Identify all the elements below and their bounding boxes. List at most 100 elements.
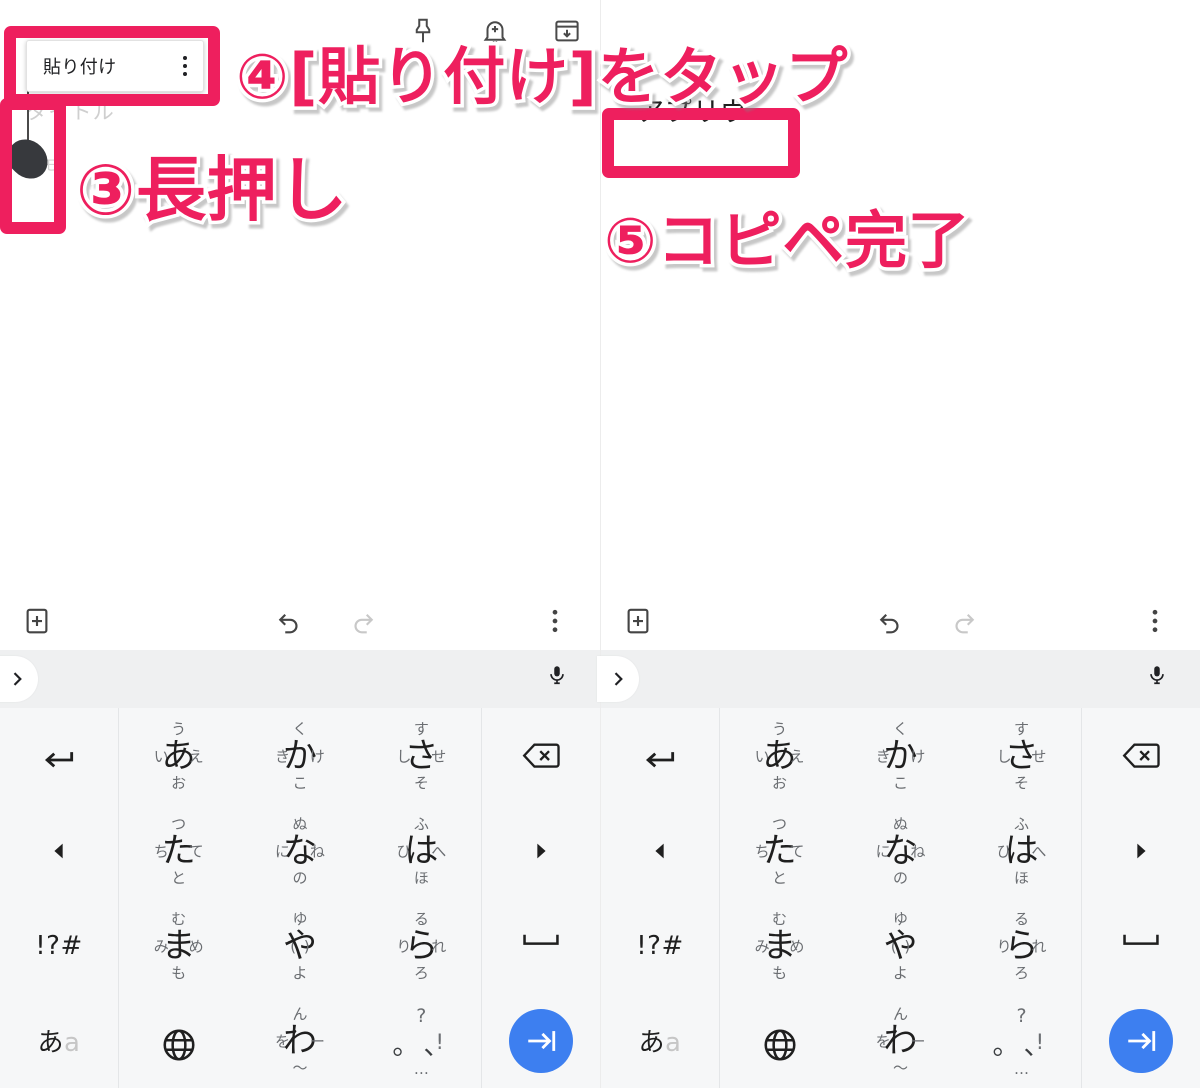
flick-center: や (282, 925, 317, 966)
phone-panel-left: タイトル メモ 貼り付け (0, 0, 600, 1088)
arrow-return-icon (40, 741, 78, 771)
suggestion-bar-right[interactable] (597, 650, 1200, 708)
flick-right: て (789, 841, 805, 860)
key-ha[interactable]: ふ ひ は へ ほ (961, 803, 1082, 898)
key-backspace[interactable] (482, 708, 600, 803)
flick-down: ろ (1013, 964, 1030, 982)
key-input-mode-label: あa (639, 1022, 682, 1059)
key-ra[interactable]: る り ら れ ろ (961, 898, 1082, 993)
expand-suggestions-button[interactable] (0, 656, 38, 702)
flick-right: ー (309, 1031, 325, 1050)
add-box-icon[interactable] (623, 606, 653, 636)
key-wa[interactable]: ん を わ ー 〜 (239, 993, 360, 1088)
key-cursor-right[interactable] (482, 803, 600, 898)
key-na[interactable]: ぬ に な ね の (840, 803, 961, 898)
key-language-globe[interactable] (719, 993, 840, 1088)
more-vert-icon[interactable] (540, 606, 570, 636)
key-wa[interactable]: ん を わ ー 〜 (840, 993, 961, 1088)
flick-right: せ (431, 746, 447, 765)
key-enter[interactable] (1082, 993, 1200, 1088)
flick-down: お (771, 774, 788, 792)
arrow-return-icon (641, 741, 679, 771)
key-backspace[interactable] (1082, 708, 1200, 803)
flick-down: の (292, 869, 308, 887)
flick-right: え (789, 746, 805, 765)
tab-next-icon (1124, 1024, 1158, 1058)
flick-down: も (771, 964, 788, 982)
key-symbols[interactable]: !?# (0, 898, 118, 993)
key-cursor-left[interactable] (601, 803, 719, 898)
paste-popup[interactable]: 貼り付け (26, 40, 204, 92)
punct-exclaim: ! (435, 1029, 444, 1054)
key-input-mode[interactable]: あa (0, 993, 118, 1088)
flick-down: お (171, 774, 187, 792)
key-enter-newline[interactable] (0, 708, 118, 803)
flick-right: け (910, 746, 926, 765)
reminder-bell-icon[interactable] (480, 16, 510, 46)
flick-right: れ (431, 936, 447, 955)
more-vert-icon[interactable] (1140, 606, 1170, 636)
key-sa[interactable]: す し さ せ そ (361, 708, 482, 803)
note-body-placeholder[interactable]: メモ (0, 126, 600, 175)
microphone-icon[interactable] (1146, 664, 1168, 694)
key-enter[interactable] (482, 993, 600, 1088)
key-symbols[interactable]: !?# (601, 898, 719, 993)
key-space[interactable] (1082, 898, 1200, 993)
key-ta[interactable]: つ ち た て と (118, 803, 239, 898)
enter-button[interactable] (509, 1008, 573, 1073)
key-ma[interactable]: む み ま め も (719, 898, 840, 993)
triangle-right-icon (530, 840, 552, 862)
microphone-icon[interactable] (546, 664, 568, 694)
key-ya[interactable]: ゆ ( や ) よ (239, 898, 360, 993)
key-ya[interactable]: ゆ ( や ) よ (840, 898, 961, 993)
flick-down: そ (1013, 774, 1030, 792)
key-ka[interactable]: く き か け こ (840, 708, 961, 803)
punct-exclaim: ! (1035, 1029, 1045, 1054)
space-bar-icon (1122, 931, 1160, 961)
key-punctuation[interactable]: ? 。、 ! … (361, 993, 482, 1088)
japanese-flick-keyboard-right[interactable]: う い あ え お く き か け こ す し さ せ そ つ ち た て と … (601, 708, 1200, 1088)
key-symbols-label: !?# (35, 930, 83, 961)
key-a[interactable]: う い あ え お (118, 708, 239, 803)
expand-suggestions-button[interactable] (597, 656, 639, 702)
key-input-mode[interactable]: あa (601, 993, 719, 1088)
note-app-bar-right (601, 0, 1200, 62)
redo-icon[interactable] (348, 606, 378, 636)
flick-center: や (883, 925, 918, 966)
suggestion-bar-left[interactable] (0, 650, 600, 708)
key-sa[interactable]: す し さ せ そ (961, 708, 1082, 803)
flick-down: と (771, 869, 788, 887)
flick-right: ね (309, 841, 325, 860)
key-ra[interactable]: る り ら れ ろ (361, 898, 482, 993)
flick-right: ) (303, 936, 310, 955)
archive-icon[interactable] (552, 16, 582, 46)
mode-kana: あ (638, 1028, 666, 1058)
key-ma[interactable]: む み ま め も (118, 898, 239, 993)
key-na[interactable]: ぬ に な ね の (239, 803, 360, 898)
flick-down: 〜 (892, 1059, 909, 1077)
enter-button[interactable] (1109, 1008, 1173, 1073)
undo-icon[interactable] (274, 606, 304, 636)
key-ha[interactable]: ふ ひ は へ ほ (361, 803, 482, 898)
japanese-flick-keyboard-left[interactable]: う い あ え お く き か け こ す し さ せ そ つ ち た て と … (0, 708, 600, 1088)
key-space[interactable] (482, 898, 600, 993)
pasted-text[interactable]: アプリヴ (637, 90, 748, 129)
redo-icon[interactable] (949, 606, 979, 636)
flick-right: ね (910, 841, 926, 860)
add-box-icon[interactable] (22, 606, 52, 636)
more-vert-icon[interactable] (183, 56, 187, 76)
key-language-globe[interactable] (118, 993, 239, 1088)
key-punctuation[interactable]: ? 。、 ! … (961, 993, 1082, 1088)
key-ka[interactable]: く き か け こ (239, 708, 360, 803)
key-ta[interactable]: つ ち た て と (719, 803, 840, 898)
key-input-mode-label: あa (38, 1022, 81, 1059)
paste-button-label[interactable]: 貼り付け (43, 53, 116, 79)
key-symbols-label: !?# (636, 930, 684, 961)
pin-icon[interactable] (408, 16, 438, 46)
key-enter-newline[interactable] (601, 708, 719, 803)
punct-ellipsis: … (1014, 1060, 1029, 1078)
undo-icon[interactable] (875, 606, 905, 636)
key-cursor-right[interactable] (1082, 803, 1200, 898)
key-a[interactable]: う い あ え お (719, 708, 840, 803)
key-cursor-left[interactable] (0, 803, 118, 898)
